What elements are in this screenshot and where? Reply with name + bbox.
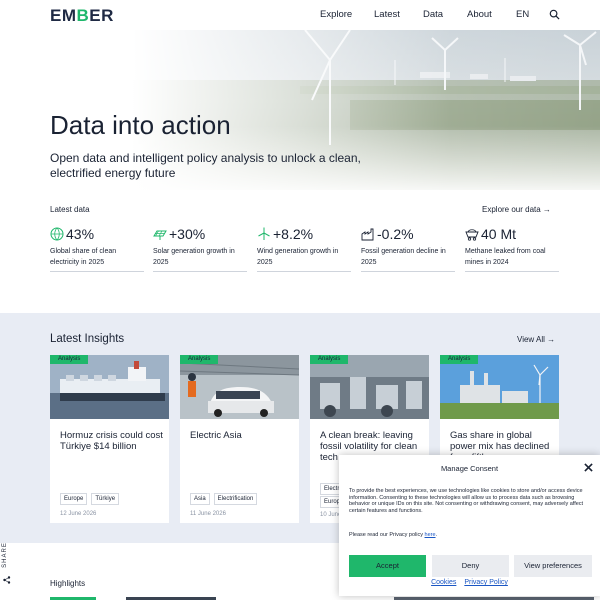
view-preferences-button[interactable]: View preferences: [514, 555, 592, 577]
tag[interactable]: Asia: [190, 493, 210, 505]
wind-turbine-icon: [258, 227, 270, 240]
card-image-car-factory: [180, 355, 299, 419]
explore-data-link[interactable]: Explore our data →: [482, 205, 551, 214]
latest-insights-heading: Latest Insights: [50, 333, 125, 345]
policy-prefix: Please read our Privacy policy: [349, 532, 423, 538]
analysis-badge: Analysis: [180, 355, 219, 364]
card-title[interactable]: Hormuz crisis could cost Türkiye $14 bil…: [60, 430, 164, 452]
tag[interactable]: Electrification: [213, 493, 258, 505]
card-tags: Asia Electrification: [190, 493, 258, 505]
nav-latest[interactable]: Latest: [374, 9, 400, 20]
card-tags: Europe Türkiye: [60, 493, 120, 505]
globe-icon: [50, 227, 64, 241]
tag[interactable]: Europe: [60, 493, 88, 505]
consent-links: Cookies Privacy Policy: [339, 579, 600, 586]
hero-subtitle: Open data and intelligent policy analysi…: [50, 151, 361, 180]
stat-wind-growth[interactable]: +8.2% Wind generation growth in 2025: [257, 226, 351, 272]
share-sidebar[interactable]: SHARE: [0, 542, 14, 588]
consent-title: Manage Consent: [440, 464, 499, 473]
share-icon: [3, 576, 11, 584]
hero-section: Data into action Open data and intellige…: [0, 30, 600, 190]
share-label: SHARE: [1, 542, 8, 568]
card-date: 12 June 2026: [60, 511, 97, 517]
cookies-link[interactable]: Cookies: [431, 579, 456, 586]
stat-description: Methane leaked from coal mines in 2024: [465, 248, 546, 266]
card-title[interactable]: Electric Asia: [190, 430, 294, 441]
card-image-ship: [50, 355, 169, 419]
stat-value: +8.2%: [273, 226, 314, 242]
stat-value: -0.2%: [377, 226, 414, 242]
site-header: EMBER Explore Latest Data About EN: [0, 0, 600, 30]
analysis-badge: Analysis: [310, 355, 349, 364]
close-icon[interactable]: [584, 463, 593, 472]
stat-methane[interactable]: 40 Mt Methane leaked from coal mines in …: [465, 226, 559, 272]
insight-card[interactable]: Analysis Electric Asia Asia Electrificat…: [180, 355, 299, 523]
cookie-consent-dialog: Manage Consent To provide the best exper…: [339, 455, 600, 596]
insight-card[interactable]: Analysis Hormuz crisis could cost Türkiy…: [50, 355, 169, 523]
stat-description: Global share of clean electricity in 202…: [50, 248, 117, 266]
stat-value: 40 Mt: [481, 226, 517, 242]
stat-value: 43%: [66, 226, 95, 242]
mine-cart-icon: [465, 229, 479, 241]
nav-about[interactable]: About: [467, 9, 492, 20]
hero-title: Data into action: [50, 110, 231, 140]
card-image-power-plant: [440, 355, 559, 419]
highlights-heading: Highlights: [50, 579, 86, 588]
stat-description: Wind generation growth in 2025: [257, 248, 339, 266]
stat-clean-electricity[interactable]: 43% Global share of clean electricity in…: [50, 226, 144, 272]
stat-description: Solar generation growth in 2025: [153, 248, 235, 266]
analysis-badge: Analysis: [440, 355, 479, 364]
policy-suffix: .: [435, 532, 438, 538]
card-image-factory-machinery: [310, 355, 429, 419]
privacy-policy-link[interactable]: Privacy Policy: [464, 579, 508, 586]
card-date: 11 June 2026: [190, 511, 226, 517]
consent-body: To provide the best experiences, we use …: [349, 488, 584, 514]
accept-button[interactable]: Accept: [349, 555, 426, 577]
stat-value: +30%: [169, 226, 206, 242]
privacy-policy-line: Please read our Privacy policy here.: [349, 532, 437, 538]
deny-button[interactable]: Deny: [432, 555, 509, 577]
tag[interactable]: Türkiye: [91, 493, 120, 505]
analysis-badge: Analysis: [50, 355, 89, 364]
stat-solar-growth[interactable]: +30% Solar generation growth in 2025: [153, 226, 247, 272]
nav-language[interactable]: EN: [516, 9, 529, 20]
stat-description: Fossil generation decline in 2025: [361, 248, 446, 266]
nav-explore[interactable]: Explore: [320, 9, 352, 20]
privacy-here-link[interactable]: here: [425, 532, 436, 538]
nav-data[interactable]: Data: [423, 9, 443, 20]
solar-panel-icon: [153, 230, 167, 240]
ember-logo[interactable]: EMBER: [50, 6, 114, 26]
factory-icon: [361, 228, 374, 241]
search-icon[interactable]: [549, 9, 560, 20]
stat-fossil-decline[interactable]: -0.2% Fossil generation decline in 2025: [361, 226, 455, 272]
latest-data-heading: Latest data: [50, 205, 90, 214]
view-all-link[interactable]: View All →: [517, 335, 555, 344]
